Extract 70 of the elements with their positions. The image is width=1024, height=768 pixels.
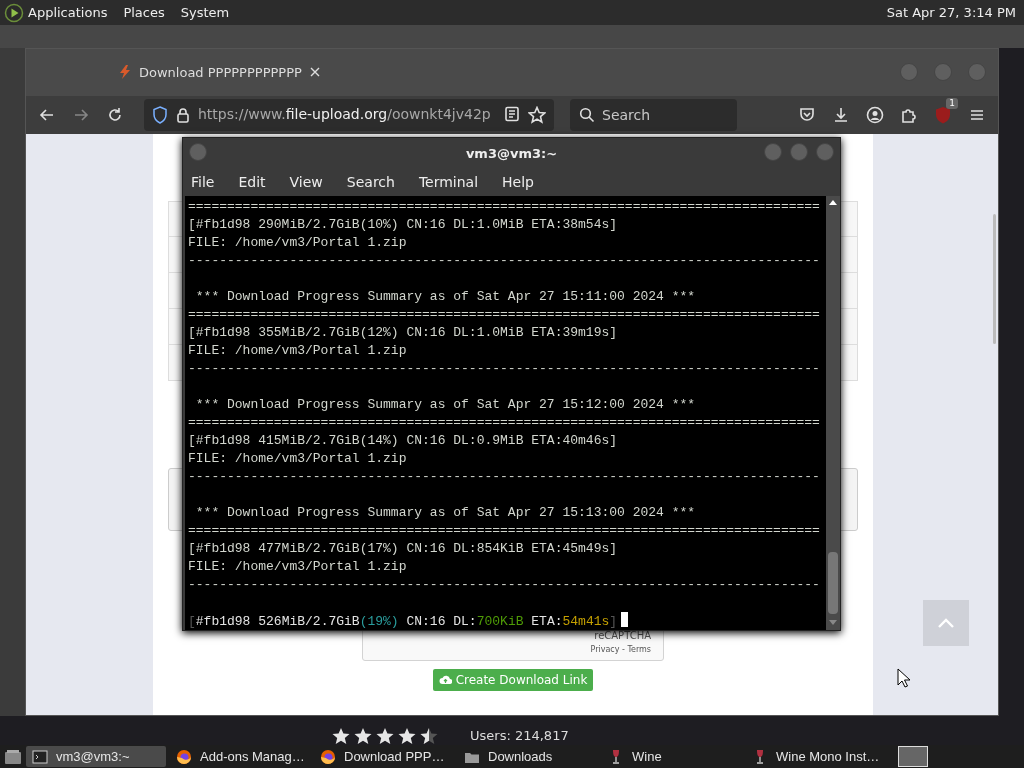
reader-view-icon[interactable] — [504, 105, 520, 122]
terminal-line: *** Download Progress Summary as of Sat Apr 27 15:12:00 2024 *** — [194, 396, 697, 414]
browser-tab[interactable]: Download PPPPPPPPPPPP — [119, 62, 320, 83]
star-icon — [332, 726, 350, 745]
taskbar-item[interactable]: Downloads — [458, 746, 598, 767]
terminal-line: ================================================================================= — [188, 306, 821, 324]
half-star-icon — [420, 726, 438, 745]
account-icon[interactable] — [866, 105, 884, 124]
address-bar[interactable]: https://www.file-upload.org/oownkt4jv42p — [144, 98, 554, 131]
terminal-line: ================================================================================= — [188, 198, 821, 216]
terminal-line: [#fb1d98 415MiB/2.7GiB(14%) CN:16 DL:0.9MiB ETA:40m46s] — [188, 432, 619, 450]
terminal-line: [#fb1d98 290MiB/2.7GiB(10%) CN:16 DL:1.0MiB ETA:38m54s] — [188, 216, 619, 234]
terminal-line: ================================================================================= — [188, 414, 821, 432]
terminal-line: *** Download Progress Summary as of Sat Apr 27 15:13:00 2024 *** — [194, 504, 697, 522]
bookmark-star-icon[interactable] — [528, 105, 546, 124]
url-text: https://www.file-upload.org/oownkt4jv42p — [198, 105, 491, 125]
terminal-line: --------------------------------------------------------------------------------- — [188, 576, 821, 594]
terminal-icon — [32, 748, 48, 765]
menu-item[interactable]: Edit — [238, 172, 266, 193]
panel-menu[interactable]: Places — [123, 2, 165, 23]
browser-icon — [176, 748, 192, 765]
terminal-line: [#fb1d98 355MiB/2.7GiB(12%) CN:16 DL:1.0MiB ETA:39m19s] — [188, 324, 619, 342]
terminal-line: FILE: /home/vm3/Portal 1.zip — [188, 342, 408, 360]
menu-item[interactable]: Help — [502, 172, 534, 193]
pocket-icon[interactable] — [798, 105, 816, 124]
star-icon — [398, 726, 416, 745]
terminal-line: FILE: /home/vm3/Portal 1.zip — [188, 450, 408, 468]
recaptcha-label: reCAPTCHA — [594, 628, 651, 643]
chevron-up-icon — [937, 616, 955, 629]
taskbar-item[interactable]: vm3@vm3:~ — [26, 746, 166, 767]
panel-menu[interactable]: Applications — [28, 2, 108, 23]
recaptcha-links[interactable]: Privacy - Terms — [590, 643, 651, 656]
download-icon[interactable] — [832, 105, 850, 124]
clock: Sat Apr 27, 3:14 PM — [886, 3, 1016, 22]
menu-item[interactable]: View — [289, 172, 323, 193]
cloud-upload-icon — [438, 674, 452, 686]
reload-icon[interactable] — [106, 105, 124, 124]
search-field[interactable]: Search — [570, 98, 737, 131]
lock-icon — [176, 106, 190, 123]
user-count: Users: 214,817 — [470, 727, 569, 745]
panel-menu[interactable]: System — [180, 2, 230, 23]
menu-item[interactable]: File — [191, 172, 215, 193]
show-desktop-icon[interactable] — [4, 748, 22, 765]
terminal-line: --------------------------------------------------------------------------------- — [188, 360, 821, 378]
terminal-line: --------------------------------------------------------------------------------- — [188, 252, 821, 270]
browser-icon — [320, 748, 336, 765]
taskbar-item[interactable]: Download PPP… — [314, 746, 454, 767]
search-icon — [579, 106, 595, 123]
shield-icon — [152, 105, 168, 124]
taskbar-item[interactable]: Wine — [602, 746, 742, 767]
star-icon — [376, 726, 394, 745]
terminal-line: FILE: /home/vm3/Portal 1.zip — [188, 234, 408, 252]
taskbar-item[interactable]: Add-ons Manag… — [170, 746, 310, 767]
tab-title: Download PPPPPPPPPPPP — [139, 63, 302, 82]
window-title: vm3@vm3:~ — [465, 144, 558, 163]
tab-favicon-icon — [119, 65, 131, 80]
terminal-line: ================================================================================= — [188, 522, 821, 540]
terminal-line: FILE: /home/vm3/Portal 1.zip — [188, 558, 408, 576]
menu-item[interactable]: Terminal — [418, 172, 479, 193]
close-icon[interactable] — [309, 67, 320, 78]
taskbar-item[interactable]: Wine Mono Inst… — [746, 746, 886, 767]
star-icon — [354, 726, 372, 745]
terminal-line: --------------------------------------------------------------------------------- — [188, 468, 821, 486]
terminal-line: [#fb1d98 477MiB/2.7GiB(17%) CN:16 DL:854KiB ETA:45m49s] — [188, 540, 619, 558]
extension-badge: 1 — [946, 97, 958, 109]
terminal-line: *** Download Progress Summary as of Sat Apr 27 15:11:00 2024 *** — [194, 288, 697, 306]
menu-item[interactable]: Search — [346, 172, 395, 193]
workspace-switcher[interactable] — [898, 746, 928, 767]
mouse-cursor-icon — [897, 667, 911, 688]
terminal-line: [#fb1d98 526MiB/2.7GiB(19%) CN:16 DL:700KiB ETA:54m41s] — [188, 614, 618, 629]
